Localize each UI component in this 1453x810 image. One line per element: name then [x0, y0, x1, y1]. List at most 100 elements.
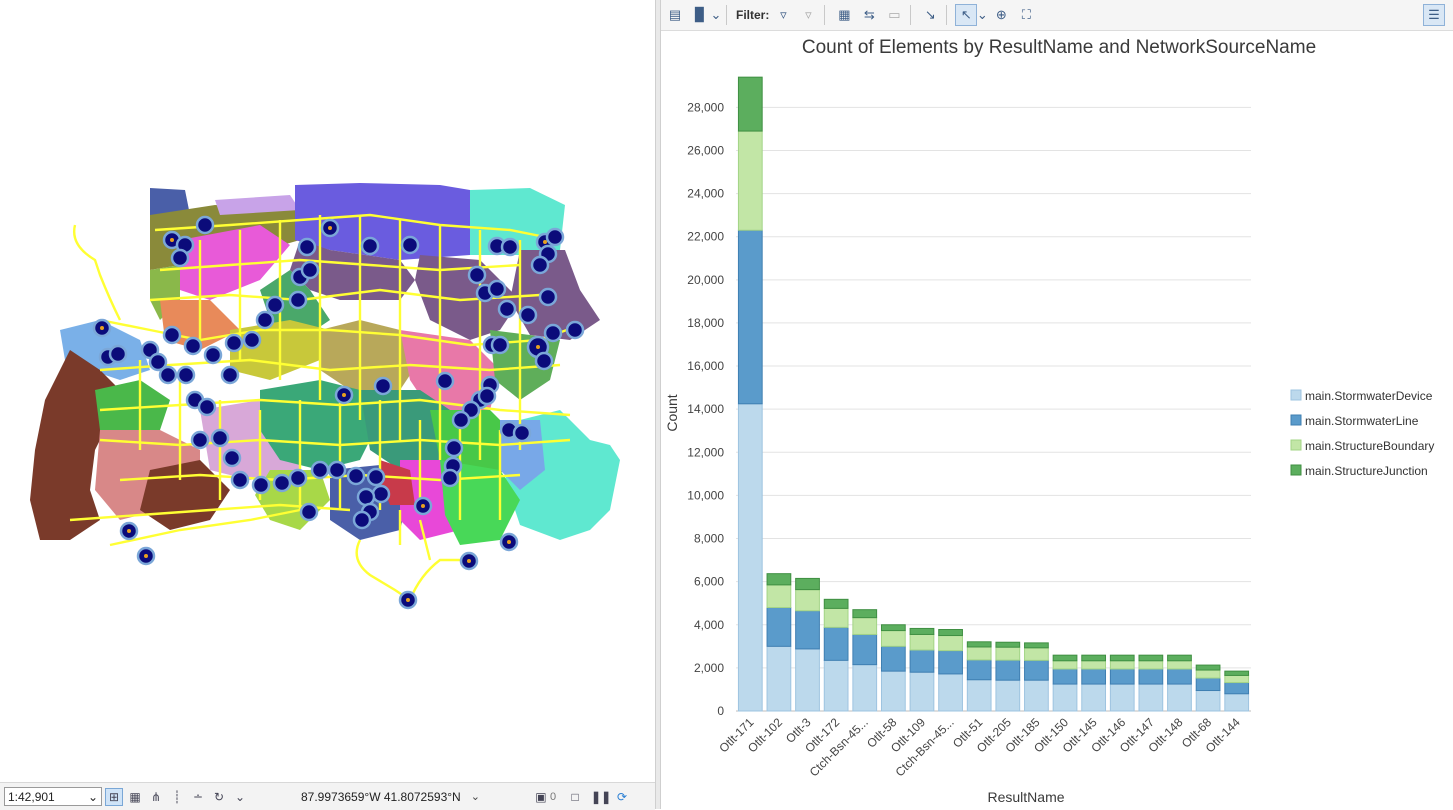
- bar-segment[interactable]: [938, 650, 963, 675]
- bar-segment[interactable]: [766, 584, 792, 609]
- bar-segment[interactable]: [766, 573, 792, 586]
- table-icon[interactable]: ▦: [833, 4, 855, 26]
- bar-segment[interactable]: [995, 679, 1021, 712]
- bar-segment[interactable]: [880, 645, 906, 672]
- bar-segment[interactable]: [1195, 669, 1221, 679]
- bar-segment[interactable]: [1081, 660, 1107, 670]
- grid-icon[interactable]: ▦: [126, 788, 144, 806]
- bar-segment[interactable]: [823, 626, 849, 661]
- legend-item-label[interactable]: main.StormwaterLine: [1305, 414, 1419, 428]
- bar-segment[interactable]: [1138, 683, 1164, 712]
- correction-icon[interactable]: ↻: [210, 788, 228, 806]
- bar-segment[interactable]: [1052, 683, 1078, 712]
- bar-segment[interactable]: [1167, 654, 1192, 662]
- full-extent-icon[interactable]: ⛶: [1015, 4, 1037, 26]
- bar-segment[interactable]: [1224, 670, 1250, 676]
- bar-segment[interactable]: [1024, 647, 1049, 661]
- bar-segment[interactable]: [938, 673, 963, 712]
- bar-segment[interactable]: [1167, 660, 1192, 670]
- pause-drawing-icon[interactable]: □: [566, 788, 584, 806]
- bar-segment[interactable]: [795, 577, 820, 591]
- bar-segment[interactable]: [823, 607, 849, 628]
- bar-segment[interactable]: [1138, 668, 1164, 685]
- select-tool-icon[interactable]: ↖: [955, 4, 978, 26]
- bar-segment[interactable]: [852, 664, 878, 712]
- legend-item-label[interactable]: main.StructureJunction: [1305, 464, 1428, 478]
- chevron-down-icon[interactable]: ⌄: [471, 790, 480, 803]
- bar-segment[interactable]: [1224, 682, 1250, 695]
- bar-segment[interactable]: [737, 76, 763, 132]
- bar-segment[interactable]: [1081, 654, 1107, 662]
- bar-segment[interactable]: [737, 229, 763, 405]
- chart-properties-icon[interactable]: ▤: [664, 4, 686, 26]
- bar-segment[interactable]: [823, 598, 849, 609]
- zoom-in-icon[interactable]: ⊕: [990, 4, 1012, 26]
- bar-segment[interactable]: [995, 646, 1021, 661]
- bar-segment[interactable]: [966, 679, 992, 712]
- bar-segment[interactable]: [766, 645, 792, 712]
- chevron-down-icon[interactable]: ⌄: [231, 788, 249, 806]
- bar-segment[interactable]: [1052, 660, 1078, 670]
- bar-segment[interactable]: [852, 609, 878, 619]
- bar-segment[interactable]: [852, 617, 878, 635]
- bar-segment[interactable]: [880, 624, 906, 632]
- bar-segment[interactable]: [938, 635, 963, 652]
- bar-segment[interactable]: [1052, 668, 1078, 685]
- map-canvas[interactable]: [0, 0, 655, 782]
- bar-segment[interactable]: [1195, 664, 1221, 671]
- bar-segment[interactable]: [1081, 683, 1107, 712]
- bar-segment[interactable]: [1109, 660, 1135, 670]
- map-view[interactable]: 1:42,901 ⌄ ⊞ ▦ ⋔ ┊ ∸ ↻ ⌄ 87.9973659°W 41…: [0, 0, 655, 810]
- ruler-icon[interactable]: ┊: [168, 788, 186, 806]
- chart-menu-icon[interactable]: ☰: [1423, 4, 1445, 26]
- bar-segment[interactable]: [823, 659, 849, 712]
- bar-segment[interactable]: [909, 633, 935, 651]
- switch-selection-icon[interactable]: ⇆: [858, 4, 880, 26]
- bar-segment[interactable]: [1167, 683, 1192, 712]
- axis-icon[interactable]: ↘: [919, 4, 941, 26]
- bar-segment[interactable]: [880, 630, 906, 647]
- bar-segment[interactable]: [966, 646, 992, 661]
- bar-segment[interactable]: [737, 403, 763, 712]
- bar-segment[interactable]: [1024, 659, 1049, 681]
- bar-segment[interactable]: [1024, 679, 1049, 712]
- clear-selection-icon[interactable]: ▭: [883, 4, 905, 26]
- bar-segment[interactable]: [1109, 668, 1135, 685]
- bar-segment[interactable]: [1195, 677, 1221, 692]
- chevron-down-icon[interactable]: ⌄: [977, 4, 988, 26]
- bar-segment[interactable]: [795, 610, 820, 650]
- legend-item-label[interactable]: main.StructureBoundary: [1305, 439, 1434, 453]
- bar-segment[interactable]: [1167, 668, 1192, 685]
- bar-segment[interactable]: [995, 641, 1021, 648]
- legend-item-label[interactable]: main.StormwaterDevice: [1305, 389, 1433, 403]
- snapping-icon[interactable]: ⋔: [147, 788, 165, 806]
- bar-segment[interactable]: [1109, 683, 1135, 712]
- bar-segment[interactable]: [966, 659, 992, 681]
- chevron-down-icon[interactable]: ⌄: [711, 4, 722, 26]
- filter-by-selection-icon[interactable]: ▿: [797, 4, 819, 26]
- bar-segment[interactable]: [880, 670, 906, 712]
- bar-segment[interactable]: [795, 648, 820, 712]
- bar-segment[interactable]: [1138, 660, 1164, 670]
- bar-segment[interactable]: [966, 641, 992, 648]
- bar-segment[interactable]: [737, 130, 763, 231]
- chart-legend[interactable]: main.StormwaterDevice main.StormwaterLine…: [1290, 389, 1434, 478]
- bar-segment[interactable]: [1081, 668, 1107, 685]
- pause-icon[interactable]: ❚❚: [591, 788, 611, 806]
- bar-segment[interactable]: [909, 627, 935, 635]
- constraints-icon[interactable]: ∸: [189, 788, 207, 806]
- bar-segment[interactable]: [1109, 654, 1135, 662]
- map-navigation-icon[interactable]: ⊞: [105, 787, 123, 806]
- selection-icon[interactable]: ▣: [532, 788, 550, 806]
- bar-segment[interactable]: [852, 633, 878, 666]
- bar-segment[interactable]: [1224, 693, 1250, 712]
- bar-segment[interactable]: [1224, 674, 1250, 684]
- bar-segment[interactable]: [909, 671, 935, 712]
- chart-type-icon[interactable]: ▉: [689, 4, 711, 26]
- bar-segment[interactable]: [1024, 642, 1049, 649]
- bar-segment[interactable]: [938, 629, 963, 637]
- bar-segment[interactable]: [1138, 654, 1164, 662]
- filter-by-extent-icon[interactable]: ▿: [772, 4, 794, 26]
- bar-segment[interactable]: [1052, 654, 1078, 662]
- refresh-icon[interactable]: ⟳: [613, 788, 631, 806]
